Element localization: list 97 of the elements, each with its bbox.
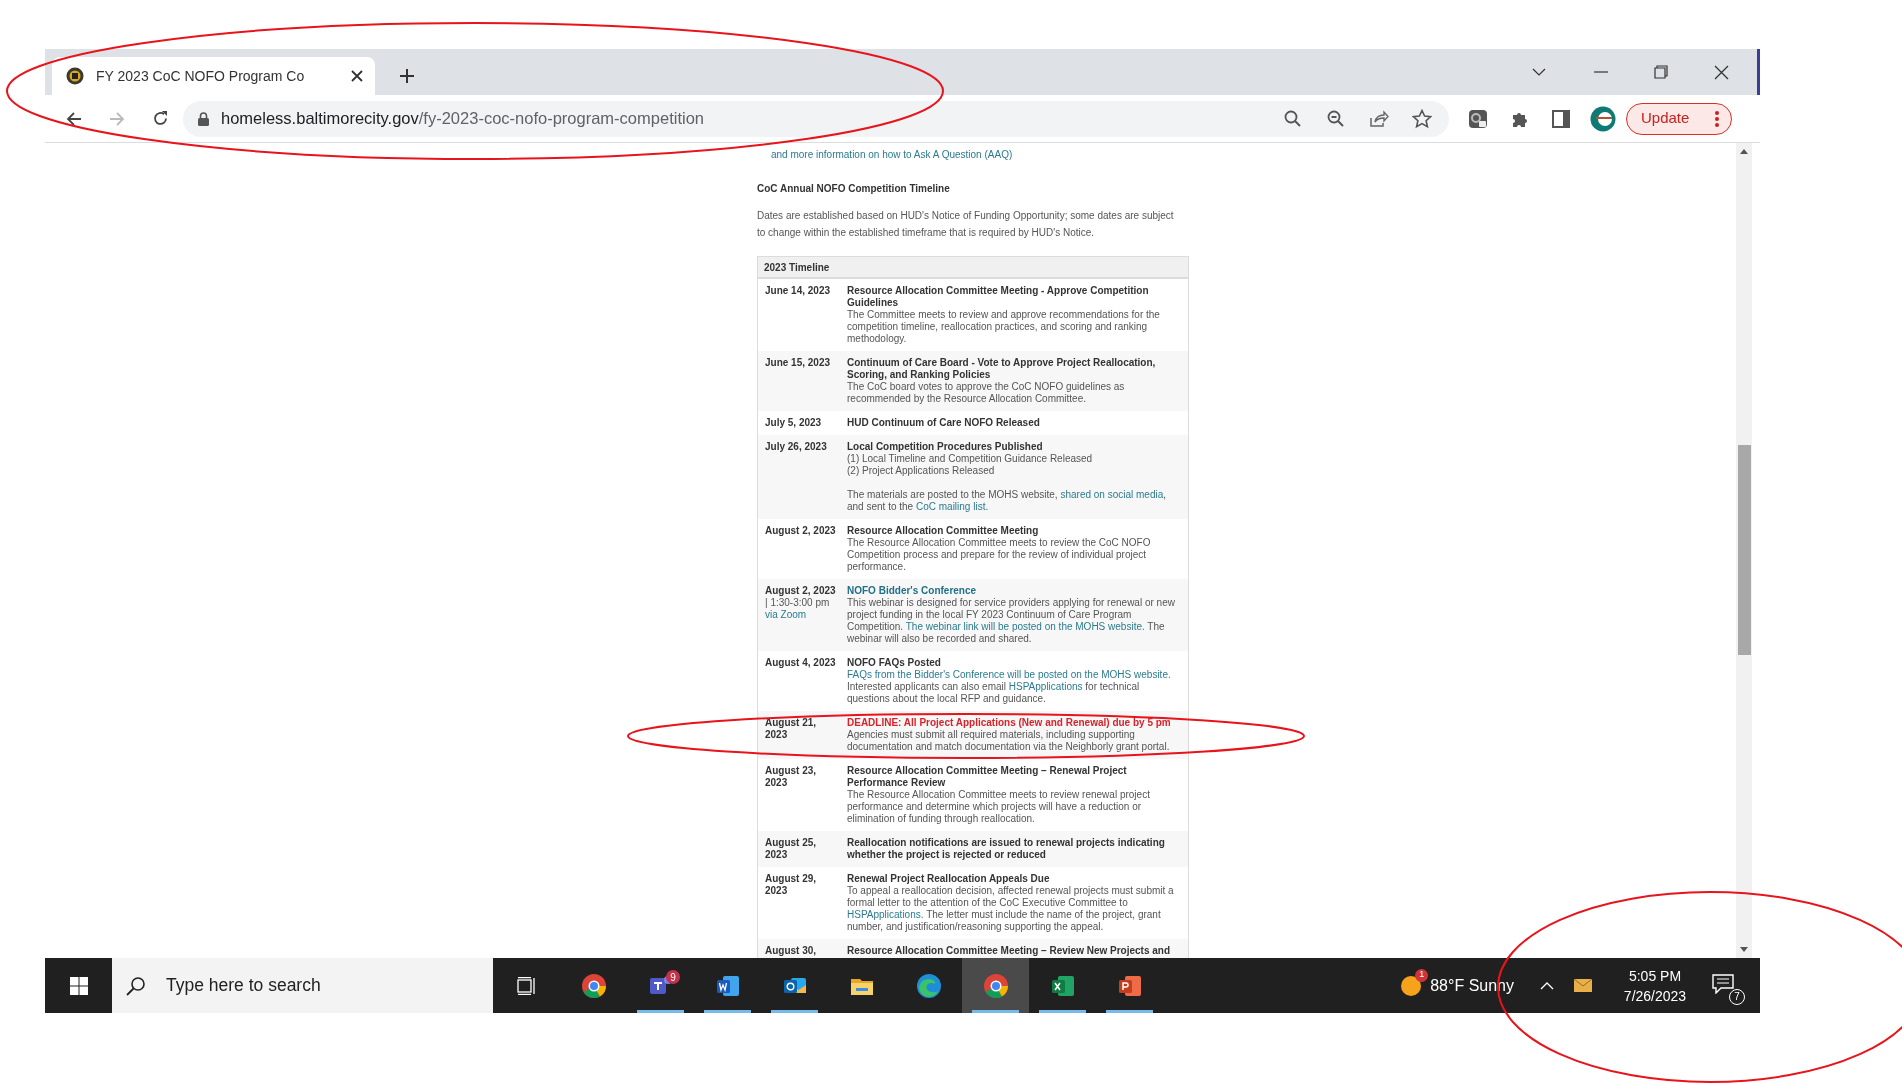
scrollbar-thumb[interactable] bbox=[1737, 445, 1751, 655]
intro-paragraph: Dates are established based on HUD's Notice of Funding Opportunity; some dates are subject to change within the established timeframe that is required by HUD's Notice. bbox=[757, 209, 1175, 240]
new-tab-icon[interactable] bbox=[400, 69, 414, 83]
row-title: NOFO FAQs Posted bbox=[847, 657, 942, 669]
close-icon[interactable] bbox=[1714, 64, 1729, 80]
clock[interactable]: 5:05 PM 7/26/2023 bbox=[1612, 965, 1698, 1006]
windows-logo-icon bbox=[69, 976, 88, 995]
text-link[interactable]: HSPApplications. bbox=[847, 909, 924, 920]
row-title: HUD Continuum of Care NOFO Released bbox=[847, 417, 1041, 429]
row-date: July 5, 2023 bbox=[764, 417, 823, 429]
restore-icon[interactable] bbox=[1654, 65, 1668, 79]
running-indicator bbox=[771, 1010, 818, 1013]
row-date: July 26, 2023 bbox=[764, 441, 828, 454]
tab-title: FY 2023 CoC NOFO Program Co bbox=[96, 66, 305, 86]
star-icon[interactable] bbox=[1412, 108, 1432, 129]
row-date: August 23, 2023 bbox=[764, 765, 818, 790]
clock-date: 7/26/2023 bbox=[1623, 986, 1687, 1006]
share-icon[interactable] bbox=[1369, 108, 1389, 129]
more-menu-icon[interactable] bbox=[1715, 110, 1719, 127]
search-icon bbox=[126, 975, 146, 996]
row-description: The Resource Allocation Committee meets to review the CoC NOFO Competition process and prepare for the review of individual project performance. bbox=[847, 537, 1152, 573]
row-description: (1) Local Timeline and Competition Guidance Released bbox=[847, 453, 1094, 465]
row-title: Reallocation notifications are issued to renewal projects indicating whether the project is rejected or reduced bbox=[847, 837, 1166, 861]
row-description: Agencies must submit all required materials, including supporting documentation and match documentation via the Neighborly grant portal. bbox=[847, 729, 1171, 753]
row-title: Local Competition Procedures Published bbox=[847, 441, 1044, 453]
running-indicator bbox=[1039, 1010, 1086, 1013]
row-title: Resource Allocation Committee Meeting – Review New Projects and bbox=[847, 945, 1172, 957]
search-placeholder: Type here to search bbox=[166, 974, 321, 998]
row-description: To appeal a reallocation decision, affected renewal projects must submit a formal letter to the attention of the CoC Executive Committee to HSPApplications. The letter must include the name of the project, grant number, and justification/reasoning supporting the appeal. bbox=[847, 885, 1175, 933]
speech-bubble-icon bbox=[1712, 973, 1734, 994]
scroll-down-arrow-icon[interactable] bbox=[1740, 947, 1748, 952]
chevron-down-icon[interactable] bbox=[1532, 68, 1546, 76]
row-title: Resource Allocation Committee Meeting - Approve Competition Guidelines bbox=[847, 285, 1150, 309]
row-date: June 15, 2023 bbox=[764, 357, 832, 370]
app-badge: 9 bbox=[666, 970, 680, 984]
running-indicator bbox=[1106, 1010, 1153, 1013]
row-date: August 2, 2023 bbox=[764, 525, 837, 538]
row-date: August 25, 2023 bbox=[764, 837, 818, 861]
close-icon[interactable] bbox=[351, 70, 363, 82]
text-link[interactable]: CoC mailing list. bbox=[915, 501, 989, 512]
update-button[interactable]: Update bbox=[1626, 102, 1732, 135]
text-link[interactable]: and more information on how to Ask A Question (AAQ) bbox=[771, 149, 1013, 161]
row-title: Renewal Project Reallocation Appeals Due bbox=[847, 873, 1051, 885]
taskbar-search-field[interactable]: Type here to search bbox=[112, 958, 493, 1013]
extension-icon[interactable] bbox=[1468, 108, 1488, 129]
running-indicator bbox=[637, 1010, 684, 1013]
zoom-out-icon[interactable] bbox=[1326, 108, 1346, 129]
lock-icon bbox=[198, 111, 209, 126]
row-date: August 21, 2023 bbox=[764, 717, 818, 742]
notification-button[interactable]: 7 bbox=[1704, 965, 1746, 1006]
row-title: Continuum of Care Board - Vote to Approve Project Reallocation, Scoring, and Ranking Policies bbox=[847, 357, 1157, 381]
row-title: Resource Allocation Committee Meeting bbox=[847, 525, 1040, 537]
side-panel-icon[interactable] bbox=[1552, 109, 1570, 128]
text-link[interactable]: The webinar link will be posted on the MOHS website. bbox=[905, 621, 1145, 632]
app-icon bbox=[915, 972, 942, 999]
running-indicator bbox=[704, 1010, 751, 1013]
row-description: The materials are posted to the MOHS website, shared on social media, and sent to the CoC mailing list. bbox=[847, 489, 1168, 513]
row-date: August 2, 2023 | 1:30-3:00 pm via Zoom bbox=[764, 585, 837, 622]
table-header: 2023 Timeline bbox=[758, 257, 1188, 279]
row-date: August 30, bbox=[764, 945, 818, 957]
browser-tab[interactable]: FY 2023 CoC NOFO Program Co bbox=[52, 57, 375, 95]
row-title: Resource Allocation Committee Meeting – Renewal Project Performance Review bbox=[847, 765, 1128, 789]
row-date: June 14, 2023 bbox=[764, 285, 832, 298]
text-link[interactable]: via Zoom bbox=[765, 609, 807, 620]
scroll-up-arrow-icon[interactable] bbox=[1740, 149, 1748, 154]
row-description: (2) Project Applications Released bbox=[847, 465, 996, 477]
row-description: The Committee meets to review and approve recommendations for the competition timeline, reallocation practices, and scoring and ranking methodology. bbox=[847, 309, 1161, 345]
row-description: This webinar is designed for service providers applying for renewal or new project funding in the local FY 2023 Continuum of Care Program Competition. The webinar link will be posted on the MOHS website. The webinar will also be recorded and shared. bbox=[847, 597, 1176, 645]
shield-icon bbox=[66, 67, 84, 85]
running-indicator bbox=[972, 1010, 1019, 1013]
notification-count: 7 bbox=[1729, 988, 1745, 1005]
taskbar-app-button[interactable]: 9 bbox=[627, 958, 694, 1013]
address-bar[interactable]: homeless.baltimorecity.gov/fy-2023-coc-nofo-program-competition bbox=[183, 100, 1449, 137]
window-edge bbox=[1757, 49, 1760, 95]
clock-time: 5:05 PM bbox=[1628, 966, 1682, 986]
row-description: The Resource Allocation Committee meets to review renewal project performance and determine which projects will have a reduction or elimination of funding through reallocation. bbox=[847, 789, 1151, 825]
text-link[interactable]: FAQs from the Bidder's Conference will be posted on the MOHS website. bbox=[847, 669, 1171, 680]
reload-icon[interactable] bbox=[152, 110, 169, 127]
url-text: homeless.baltimorecity.gov/fy-2023-coc-nofo-program-competition bbox=[221, 108, 704, 130]
app-icon bbox=[580, 972, 607, 999]
row-description: FAQs from the Bidder's Conference will be posted on the MOHS website. Interested applicants can also email HSPApplications for technical questions about the local RFP and guidance. bbox=[847, 669, 1172, 705]
section-heading: CoC Annual NOFO Competition Timeline bbox=[757, 183, 951, 195]
text-link[interactable]: HSPApplications bbox=[1008, 681, 1083, 692]
search-icon[interactable] bbox=[1283, 108, 1303, 129]
back-arrow-icon[interactable] bbox=[66, 110, 82, 127]
profile-icon[interactable] bbox=[1590, 105, 1616, 132]
task-view-icon bbox=[516, 976, 537, 995]
app-icon bbox=[982, 972, 1009, 999]
weather-button[interactable]: 1 bbox=[1394, 968, 1429, 1003]
row-title: DEADLINE: All Project Applications (New and Renewal) due by 5 pm bbox=[847, 717, 1172, 729]
row-date: August 29, 2023 bbox=[764, 873, 818, 898]
weather-badge: 1 bbox=[1415, 968, 1429, 982]
row-description: The CoC board votes to approve the CoC NOFO guidelines as recommended by the Resource Allocation Committee. bbox=[847, 381, 1126, 405]
row-title: NOFO Bidder's Conference bbox=[847, 585, 978, 597]
row-date: August 4, 2023 bbox=[764, 657, 837, 670]
taskbar-app-button[interactable] bbox=[962, 958, 1029, 1013]
chevron-up-icon[interactable] bbox=[1540, 981, 1554, 990]
